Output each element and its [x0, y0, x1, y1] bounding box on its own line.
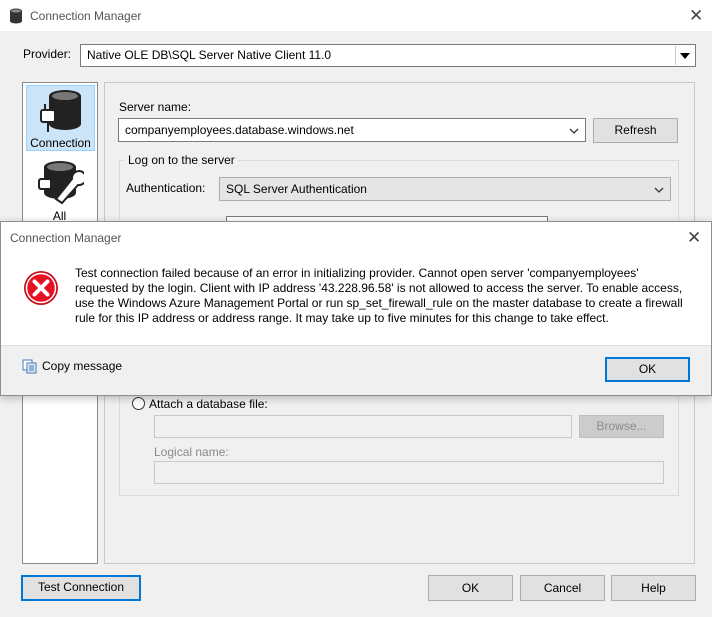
error-message-line: rule for this IP address or address rang… [75, 311, 609, 325]
error-message-line: use the Windows Azure Management Portal … [75, 296, 683, 310]
sidebar-item-all[interactable]: All [26, 155, 95, 223]
error-message-line: requested by the login. Client with IP a… [75, 281, 683, 295]
error-message-line: Test connection failed because of an err… [75, 266, 639, 280]
error-dialog-title-bar: Connection Manager ✕ [1, 222, 711, 252]
ok-button[interactable]: OK [428, 575, 513, 601]
logical-name-input[interactable] [154, 461, 664, 484]
chevron-down-icon[interactable] [654, 187, 664, 193]
refresh-button[interactable]: Refresh [593, 118, 678, 143]
attach-file-input[interactable] [154, 415, 572, 438]
browse-button[interactable]: Browse... [579, 415, 664, 438]
logon-group-label: Log on to the server [125, 153, 238, 167]
server-name-value: companyemployees.database.windows.net [125, 123, 354, 137]
test-connection-button[interactable]: Test Connection [21, 575, 141, 601]
authentication-label: Authentication: [126, 181, 206, 195]
close-icon[interactable]: ✕ [689, 7, 703, 24]
error-dialog: Connection Manager ✕ Test connection fai… [0, 221, 712, 396]
provider-value: Native OLE DB\SQL Server Native Client 1… [87, 48, 332, 62]
database-plug-icon [40, 90, 81, 132]
authentication-select[interactable]: SQL Server Authentication [219, 177, 671, 201]
dropdown-button[interactable] [675, 46, 694, 65]
error-dialog-title: Connection Manager [10, 231, 122, 245]
divider [1, 345, 711, 346]
sidebar-item-label: Connection [30, 136, 91, 150]
cancel-button[interactable]: Cancel [520, 575, 605, 601]
copy-icon [22, 359, 37, 374]
database-icon [10, 8, 22, 24]
attach-label: Attach a database file: [149, 397, 268, 411]
error-ok-button[interactable]: OK [605, 357, 690, 382]
error-message-area: Test connection failed because of an err… [1, 252, 711, 345]
help-button[interactable]: Help [611, 575, 696, 601]
sidebar-item-connection[interactable]: Connection [26, 85, 95, 151]
title-bar: Connection Manager ✕ [0, 0, 712, 31]
provider-label: Provider: [23, 47, 72, 61]
logical-name-label: Logical name: [154, 445, 229, 459]
provider-select[interactable]: Native OLE DB\SQL Server Native Client 1… [80, 44, 696, 67]
error-icon [24, 271, 58, 305]
database-wrench-icon [38, 161, 84, 205]
triangle-down-icon [680, 53, 690, 59]
server-name-label: Server name: [119, 100, 192, 114]
authentication-value: SQL Server Authentication [226, 182, 367, 196]
attach-radio[interactable] [132, 397, 145, 410]
window-title: Connection Manager [30, 9, 142, 23]
close-icon[interactable]: ✕ [687, 229, 701, 246]
error-message: Test connection failed because of an err… [75, 266, 683, 326]
chevron-down-icon[interactable] [569, 128, 579, 134]
copy-message-label: Copy message [42, 359, 123, 373]
server-name-input[interactable]: companyemployees.database.windows.net [118, 118, 586, 142]
